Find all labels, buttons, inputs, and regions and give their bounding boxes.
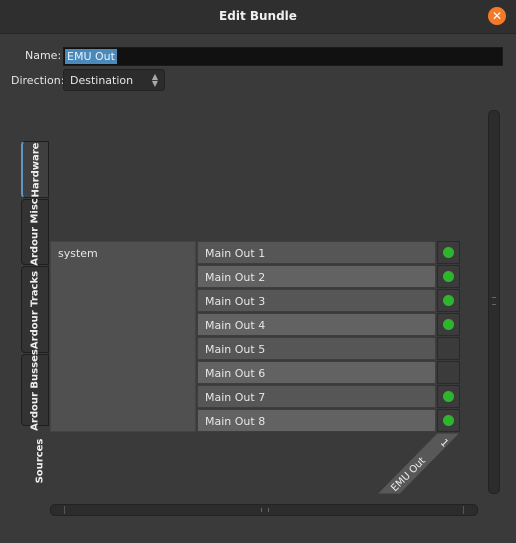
connection-cell[interactable] <box>437 241 460 264</box>
direction-select-value: Destination <box>70 74 134 87</box>
sources-label: Sources <box>34 438 46 484</box>
port-row: Main Out 8 <box>197 409 436 432</box>
close-button[interactable]: ✕ <box>488 7 506 25</box>
port-row: Main Out 6 <box>197 361 436 384</box>
tab-label: Hardware <box>30 142 41 197</box>
port-name: Main Out 5 <box>205 343 266 356</box>
connection-cell[interactable] <box>437 289 460 312</box>
scroll-cap-right <box>463 506 464 514</box>
direction-label: Direction: <box>11 74 65 87</box>
tab-label: Ardour Busses <box>29 349 41 431</box>
port-row: Main Out 2 <box>197 265 436 288</box>
port-name: Main Out 3 <box>205 295 266 308</box>
column-header-shape <box>375 432 462 495</box>
connected-dot-icon <box>443 271 454 282</box>
port-name: Main Out 8 <box>205 415 266 428</box>
scroll-cap-left <box>64 506 65 514</box>
tab-ardour-misc[interactable]: Ardour Misc <box>21 198 49 266</box>
select-arrows-icon: ▲ ▼ <box>151 72 158 88</box>
port-row: Main Out 4 <box>197 313 436 336</box>
group-name: system <box>58 247 98 260</box>
close-icon: ✕ <box>491 9 503 23</box>
column-channel-label: 1 <box>438 437 450 449</box>
port-row: Main Out 1 <box>197 241 436 264</box>
port-name: Main Out 6 <box>205 367 266 380</box>
connected-dot-icon <box>443 295 454 306</box>
name-label: Name: <box>25 49 62 62</box>
window-title: Edit Bundle <box>219 9 297 23</box>
port-row: Main Out 3 <box>197 289 436 312</box>
connection-cell[interactable] <box>437 337 460 360</box>
tab-hardware[interactable]: Hardware <box>21 141 49 198</box>
port-name: Main Out 2 <box>205 271 266 284</box>
port-name: Main Out 1 <box>205 247 266 260</box>
vertical-scrollbar[interactable] <box>488 110 500 494</box>
connection-cell[interactable] <box>437 361 460 384</box>
connection-cell[interactable] <box>437 313 460 336</box>
tab-ardour-tracks[interactable]: Ardour Tracks <box>21 266 49 353</box>
connected-dot-icon <box>443 391 454 402</box>
title-bar: Edit Bundle ✕ <box>0 0 516 34</box>
connection-cell[interactable] <box>437 385 460 408</box>
connected-dot-icon <box>443 247 454 258</box>
scroll-grip-icon <box>261 508 269 512</box>
port-name: Main Out 7 <box>205 391 266 404</box>
tab-ardour-busses[interactable]: Ardour Busses <box>21 349 49 431</box>
scroll-grip-icon <box>492 297 496 305</box>
horizontal-scrollbar[interactable] <box>50 504 478 516</box>
direction-select[interactable]: Destination ▲ ▼ <box>63 69 165 91</box>
connection-cell[interactable] <box>437 265 460 288</box>
tab-label: Ardour Tracks <box>29 270 41 349</box>
group-cell-system: system <box>50 241 196 432</box>
connection-cell[interactable] <box>437 409 460 432</box>
port-row: Main Out 5 <box>197 337 436 360</box>
connected-dot-icon <box>443 319 454 330</box>
tab-label: Ardour Misc <box>29 198 41 266</box>
column-bundle-label: EMU Out <box>389 455 428 494</box>
name-input-selected-text: EMU Out <box>65 49 117 64</box>
port-row: Main Out 7 <box>197 385 436 408</box>
port-name: Main Out 4 <box>205 319 266 332</box>
name-input[interactable]: EMU Out <box>63 47 503 66</box>
connected-dot-icon <box>443 415 454 426</box>
